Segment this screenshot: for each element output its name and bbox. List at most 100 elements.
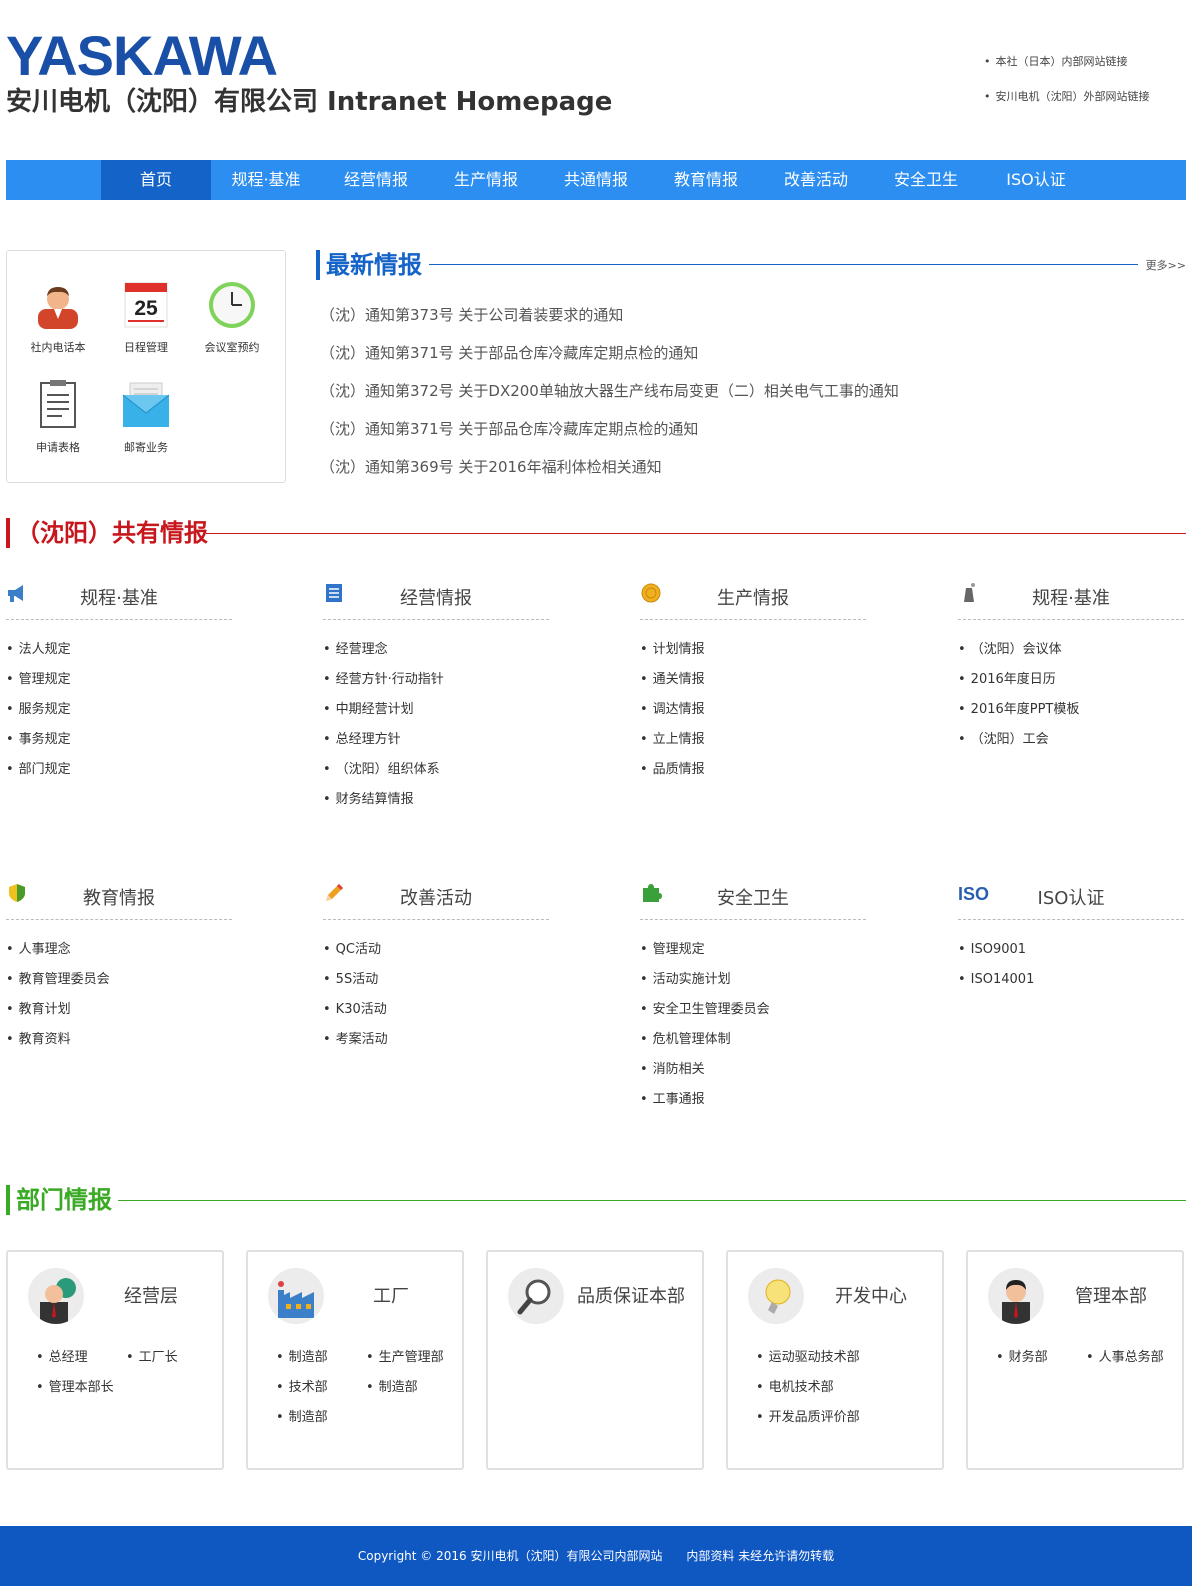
list-item[interactable]: ISO14001 [958,970,1184,1000]
businessman-icon [988,1268,1044,1324]
list-item[interactable]: 消防相关 [640,1060,866,1090]
list-item[interactable]: 5S活动 [323,970,549,1000]
external-links: 本社（日本）内部网站链接 安川电机（沈阳）外部网站链接 [984,52,1150,122]
list-item[interactable]: 部门规定 [6,760,232,790]
news-item[interactable]: （沈）通知第372号 关于DX200单轴放大器生产线布局变更（二）相关电气工事的… [320,378,899,416]
list-item[interactable]: 总经理 [36,1348,126,1378]
list-item[interactable]: 制造部 [276,1348,366,1378]
list-item[interactable]: 制造部 [366,1378,456,1408]
nav-common[interactable]: 共通情报 [541,160,651,200]
clock-icon [206,279,258,331]
list-item[interactable]: 通关情报 [640,670,866,700]
quick-phonebook[interactable]: 社内电话本 [13,279,103,355]
list-item[interactable]: 教育资料 [6,1030,232,1060]
list-item[interactable]: 法人规定 [6,640,232,670]
news-item[interactable]: （沈）通知第373号 关于公司着装要求的通知 [320,302,899,340]
list-item[interactable]: 2016年度PPT模板 [958,700,1184,730]
list-item[interactable]: 事务规定 [6,730,232,760]
quick-mail[interactable]: 邮寄业务 [101,379,191,455]
list-item[interactable]: 人事总务部 [1086,1348,1176,1378]
category-safety: 安全卫生 管理规定 活动实施计划 安全卫生管理委员会 危机管理体制 消防相关 工… [640,880,866,1120]
list-item[interactable]: （沈阳）会议体 [958,640,1184,670]
dept-card-admin: 管理本部 财务部 人事总务部 [966,1250,1184,1470]
list-item[interactable]: （沈阳）组织体系 [323,760,549,790]
external-link-japan[interactable]: 本社（日本）内部网站链接 [984,52,1150,72]
factory-icon [268,1268,324,1324]
executive-globe-icon [28,1268,84,1324]
news-title: 最新情报 [326,251,422,279]
list-item[interactable]: 工厂长 [126,1348,216,1378]
list-item[interactable]: K30活动 [323,1000,549,1030]
list-item[interactable]: 安全卫生管理委员会 [640,1000,866,1030]
category-rules-2: 规程·基准 （沈阳）会议体 2016年度日历 2016年度PPT模板 （沈阳）工… [958,580,1184,760]
list-item[interactable]: 立上情报 [640,730,866,760]
calendar-icon: 25 [120,279,172,331]
news-item[interactable]: （沈）通知第371号 关于部品仓库冷藏库定期点检的通知 [320,340,899,378]
list-item[interactable]: 开发品质评价部 [756,1408,936,1438]
news-header: 最新情报 更多>> [316,250,1186,280]
department-info-header: 部门情报 [6,1183,1186,1217]
news-list: （沈）通知第373号 关于公司着装要求的通知 （沈）通知第371号 关于部品仓库… [320,302,899,492]
footer-copyright: Copyright © 2016 安川电机（沈阳）有限公司内部网站 [357,1549,663,1563]
department-info-title: 部门情报 [16,1186,112,1214]
list-item[interactable]: （沈阳）工会 [958,730,1184,760]
list-item[interactable]: 管理规定 [6,670,232,700]
main-nav: 首页 规程·基准 经营情报 生产情报 共通情报 教育情报 改善活动 安全卫生 I… [6,160,1186,200]
lightbulb-icon [748,1268,804,1324]
news-more-link[interactable]: 更多>> [1146,257,1186,273]
list-item[interactable]: 管理规定 [640,940,866,970]
list-item[interactable]: 工事通报 [640,1090,866,1120]
list-item[interactable]: 生产管理部 [366,1348,456,1378]
list-item[interactable]: 经营理念 [323,640,549,670]
nav-iso[interactable]: ISO认证 [981,160,1091,200]
list-item[interactable]: 技术部 [276,1378,366,1408]
nav-improvement[interactable]: 改善活动 [761,160,871,200]
list-item[interactable]: 制造部 [276,1408,366,1438]
list-item[interactable]: 教育管理委员会 [6,970,232,1000]
list-item[interactable]: ISO9001 [958,940,1184,970]
form-icon [32,379,84,431]
list-item[interactable]: 中期经营计划 [323,700,549,730]
list-item[interactable]: 调达情报 [640,700,866,730]
news-item[interactable]: （沈）通知第371号 关于部品仓库冷藏库定期点检的通知 [320,416,899,454]
list-item[interactable]: 财务结算情报 [323,790,549,820]
person-icon [32,279,84,331]
list-item[interactable]: 总经理方针 [323,730,549,760]
list-item[interactable]: QC活动 [323,940,549,970]
quick-schedule[interactable]: 25 日程管理 [101,279,191,355]
list-item[interactable]: 品质情报 [640,760,866,790]
list-item[interactable]: 运动驱动技术部 [756,1348,936,1378]
news-item[interactable]: （沈）通知第369号 关于2016年福利体检相关通知 [320,454,899,492]
nav-business[interactable]: 经营情报 [321,160,431,200]
category-rules: 规程·基准 法人规定 管理规定 服务规定 事务规定 部门规定 [6,580,232,790]
nav-safety[interactable]: 安全卫生 [871,160,981,200]
list-item[interactable]: 经营方针·行动指针 [323,670,549,700]
nav-rules[interactable]: 规程·基准 [211,160,321,200]
shared-info-header: （沈阳）共有情报 [6,516,1186,550]
list-item[interactable]: 活动实施计划 [640,970,866,1000]
category-business: 经营情报 经营理念 经营方针·行动指针 中期经营计划 总经理方针 （沈阳）组织体… [323,580,549,820]
dept-card-factory: 工厂 制造部 生产管理部 技术部 制造部 制造部 [246,1250,464,1470]
yaskawa-logo[interactable]: YASKAWA [6,28,278,84]
list-item[interactable]: 管理本部长 [36,1378,126,1408]
list-item[interactable]: 电机技术部 [756,1378,936,1408]
list-item[interactable]: 计划情报 [640,640,866,670]
quick-forms[interactable]: 申请表格 [13,379,103,455]
svg-text:25: 25 [134,297,158,320]
list-item[interactable]: 服务规定 [6,700,232,730]
nav-home[interactable]: 首页 [101,160,211,200]
quick-meeting-room[interactable]: 会议室预约 [187,279,277,355]
nav-production[interactable]: 生产情报 [431,160,541,200]
list-item[interactable]: 2016年度日历 [958,670,1184,700]
list-item[interactable]: 考案活动 [323,1030,549,1060]
shared-info-title: （沈阳）共有情报 [16,519,208,547]
list-item[interactable]: 教育计划 [6,1000,232,1030]
mail-icon [120,379,172,431]
category-improvement: 改善活动 QC活动 5S活动 K30活动 考案活动 [323,880,549,1060]
quick-access-panel: 社内电话本 25 日程管理 会议室预约 申请表格 邮寄业务 [6,250,286,483]
list-item[interactable]: 人事理念 [6,940,232,970]
list-item[interactable]: 财务部 [996,1348,1086,1378]
external-link-shenyang[interactable]: 安川电机（沈阳）外部网站链接 [984,87,1150,107]
nav-education[interactable]: 教育情报 [651,160,761,200]
list-item[interactable]: 危机管理体制 [640,1030,866,1060]
